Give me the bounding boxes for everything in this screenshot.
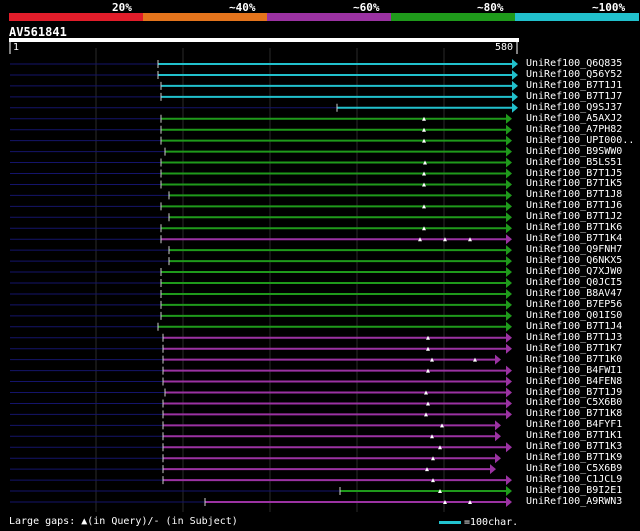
hit-arrow-head (506, 365, 512, 376)
hit-arrow-head (506, 212, 512, 223)
hit-arrow-head (506, 168, 512, 179)
hit-arrow-head (495, 453, 501, 464)
hit-label[interactable]: UniRef100_B7T1J2 (526, 211, 622, 222)
hit-label[interactable]: UniRef100_B7T1K4 (526, 233, 622, 244)
hit-label[interactable]: UniRef100_B7T1J7 (526, 91, 622, 102)
hit-arrow-head (506, 179, 512, 190)
hit-arrow-head (512, 91, 518, 102)
legend-color-segment (515, 13, 639, 21)
hit-label[interactable]: UniRef100_B5LS51 (526, 157, 622, 168)
hit-label[interactable]: UniRef100_Q56Y52 (526, 69, 622, 80)
hit-arrow-head (506, 376, 512, 387)
hit-label[interactable]: UniRef100_B4FYF1 (526, 419, 622, 430)
hit-arrow-head (506, 409, 512, 420)
hit-label[interactable]: UniRef100_A5AXJ2 (526, 113, 622, 124)
hit-label[interactable]: UniRef100_Q9SJ37 (526, 102, 622, 113)
hit-arrow-head (506, 245, 512, 256)
hit-label[interactable]: UniRef100_B4FEN8 (526, 376, 622, 387)
hit-label[interactable]: UniRef100_UPI000.. (526, 135, 634, 146)
scale-bar (439, 521, 461, 524)
legend-color-segment (9, 13, 143, 21)
scale-label: =100char. (464, 517, 519, 528)
hit-arrow-head (512, 102, 518, 113)
hit-arrow-head (506, 475, 512, 486)
legend-color-segment (267, 13, 391, 21)
hit-arrow-head (512, 69, 518, 80)
hit-label[interactable]: UniRef100_B8AV47 (526, 288, 622, 299)
hit-label[interactable]: UniRef100_Q0JCI5 (526, 277, 622, 288)
hit-arrow-head (506, 223, 512, 234)
hit-label[interactable]: UniRef100_B7T1K1 (526, 430, 622, 441)
gap-legend-note: Large gaps: ▲(in Query)/- (in Subject) (9, 516, 238, 527)
hit-arrow-head (506, 321, 512, 332)
hit-label[interactable]: UniRef100_B7T1J4 (526, 321, 622, 332)
hit-label[interactable]: UniRef100_B7T1K8 (526, 408, 622, 419)
hit-arrow-head (506, 332, 512, 343)
hit-label[interactable]: UniRef100_B7T1K7 (526, 343, 622, 354)
hit-arrow-head (506, 288, 512, 299)
hit-label[interactable]: UniRef100_B7T1J8 (526, 189, 622, 200)
hit-label[interactable]: UniRef100_B7T1J9 (526, 387, 622, 398)
hit-arrow-head (506, 278, 512, 288)
hit-arrow-head (495, 420, 501, 431)
hit-label[interactable]: UniRef100_Q6Q835 (526, 58, 622, 69)
hit-label[interactable]: UniRef100_Q9FNH7 (526, 244, 622, 255)
hit-label[interactable]: UniRef100_B7EP56 (526, 299, 622, 310)
hit-label[interactable]: UniRef100_B9SWW0 (526, 146, 622, 157)
hit-label[interactable]: UniRef100_B9I2E1 (526, 485, 622, 496)
hit-arrow-head (506, 442, 512, 453)
legend-color-segment (391, 13, 515, 21)
hit-label[interactable]: UniRef100_B7T1J5 (526, 168, 622, 179)
hit-arrow-head (506, 398, 512, 409)
hit-arrow-head (506, 190, 512, 201)
hit-arrow-head (490, 464, 496, 475)
hit-label[interactable]: UniRef100_B7T1K9 (526, 452, 622, 463)
hit-arrow-head (506, 124, 512, 135)
hit-arrow-head (506, 201, 512, 212)
hit-arrow-head (506, 267, 512, 278)
hit-arrow-head (495, 354, 501, 365)
hit-label[interactable]: UniRef100_B7T1K6 (526, 222, 622, 233)
hit-arrow-head (506, 146, 512, 157)
hit-arrow-head (506, 343, 512, 354)
hit-arrow-head (506, 486, 512, 497)
hit-arrow-head (512, 80, 518, 91)
hit-label[interactable]: UniRef100_C5X6B0 (526, 397, 622, 408)
hit-label[interactable]: UniRef100_Q6NKX5 (526, 255, 622, 266)
hit-label[interactable]: UniRef100_A9RWN3 (526, 496, 622, 507)
hit-arrow-head (506, 135, 512, 146)
hit-arrow-head (506, 157, 512, 168)
hit-label[interactable]: UniRef100_B7T1J3 (526, 332, 622, 343)
hit-arrow-head (506, 310, 512, 321)
hit-label[interactable]: UniRef100_C5X6B9 (526, 463, 622, 474)
hit-arrow-head (506, 387, 512, 398)
hit-label[interactable]: UniRef100_B7T1K5 (526, 178, 622, 189)
hit-label[interactable]: UniRef100_Q01IS0 (526, 310, 622, 321)
hit-arrow-head (495, 431, 501, 442)
hit-label[interactable]: UniRef100_A7PH82 (526, 124, 622, 135)
hit-label[interactable]: UniRef100_B7T1K3 (526, 441, 622, 452)
legend-color-segment (143, 13, 267, 21)
hit-label[interactable]: UniRef100_B7T1J6 (526, 200, 622, 211)
hit-label[interactable]: UniRef100_B7T1J1 (526, 80, 622, 91)
hit-label[interactable]: UniRef100_B7T1K0 (526, 354, 622, 365)
hit-arrow-head (506, 299, 512, 310)
hit-arrow-head (506, 234, 512, 245)
hit-label[interactable]: UniRef100_Q7XJW0 (526, 266, 622, 277)
hit-arrow-head (506, 256, 512, 267)
hit-arrow-head (506, 113, 512, 124)
hit-label[interactable]: UniRef100_C1JCL9 (526, 474, 622, 485)
hit-arrow-head (506, 497, 512, 507)
hit-label[interactable]: UniRef100_B4FWI1 (526, 365, 622, 376)
hit-arrow-head (512, 59, 518, 69)
